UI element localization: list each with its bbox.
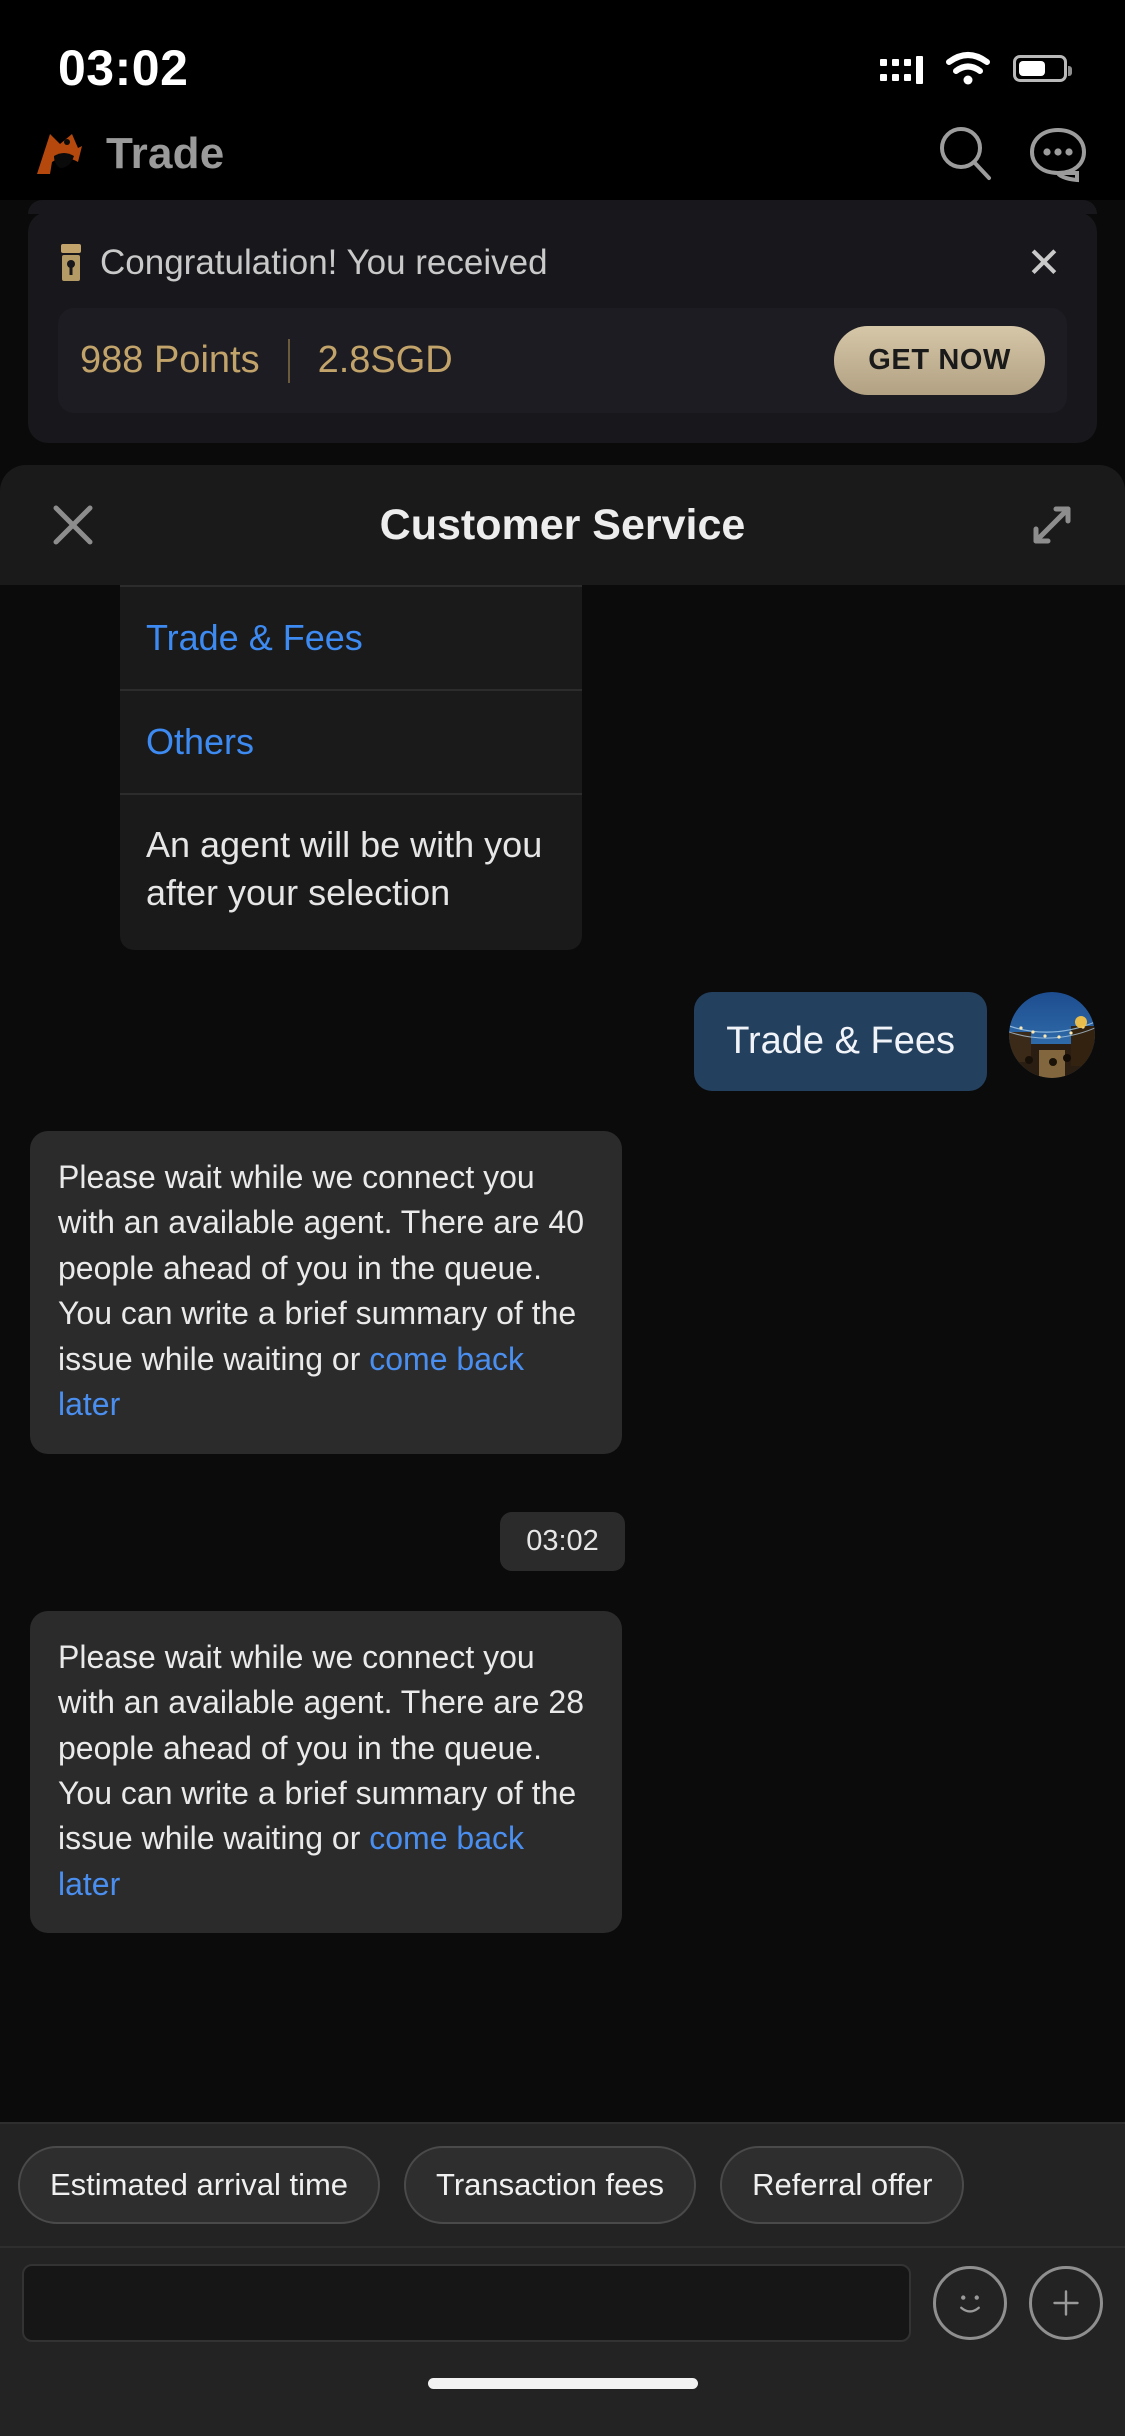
wifi-icon xyxy=(945,51,991,85)
quick-reply-transaction-fees[interactable]: Transaction fees xyxy=(404,2146,697,2224)
home-bar xyxy=(0,2362,1125,2436)
chat-bubble-dots-icon[interactable] xyxy=(1027,123,1089,185)
outgoing-bubble-text: Trade & Fees xyxy=(694,992,987,1092)
quick-reply-referral-offer[interactable]: Referral offer xyxy=(720,2146,965,2224)
gift-box-icon xyxy=(61,244,81,281)
promo-value-divider xyxy=(287,338,290,383)
quick-reply-bar: Estimated arrival time Transaction fees … xyxy=(0,2122,1125,2246)
promo-values: 988 Points 2.8SGD xyxy=(80,338,453,383)
bull-logo-icon xyxy=(37,134,82,174)
brand: Trade xyxy=(34,128,224,180)
status-bar-icons xyxy=(880,51,1072,85)
promo-banner-wrap: Congratulation! You received ✕ 988 Point… xyxy=(0,200,1125,465)
promo-amount: 2.8SGD xyxy=(317,339,453,381)
plus-circle-icon[interactable] xyxy=(1029,2266,1103,2340)
home-indicator-bar[interactable] xyxy=(427,2378,698,2389)
status-bar: 03:02 xyxy=(0,0,1125,108)
incoming-bubble: Please wait while we connect you with an… xyxy=(30,1131,622,1454)
sheet-header: Customer Service xyxy=(0,465,1125,585)
timestamp-separator: 03:02 xyxy=(0,1511,1125,1571)
page-title: Trade xyxy=(106,129,225,178)
search-icon[interactable] xyxy=(935,123,997,185)
status-bar-clock: 03:02 xyxy=(58,40,189,96)
expand-diagonal-icon[interactable] xyxy=(1023,496,1081,554)
incoming-bubble: Please wait while we connect you with an… xyxy=(30,1610,622,1934)
chat-transcript[interactable]: Trade & Fees Others An agent will be wit… xyxy=(0,585,1125,2122)
message-composer xyxy=(0,2246,1125,2362)
message-incoming: Please wait while we connect you with an… xyxy=(0,1131,1125,1454)
quick-reply-estimated-arrival-time[interactable]: Estimated arrival time xyxy=(18,2146,381,2224)
promo-points: 988 Points xyxy=(80,339,260,381)
message-outgoing: Trade & Fees xyxy=(0,992,1125,1092)
promo-title: Congratulation! You received xyxy=(100,243,548,282)
promo-header: Congratulation! You received ✕ xyxy=(58,240,1067,286)
menu-option-trade-fees[interactable]: Trade & Fees xyxy=(120,585,582,689)
close-icon[interactable]: ✕ xyxy=(1021,240,1067,286)
user-avatar-photo xyxy=(1009,992,1095,1079)
app-header-actions xyxy=(935,123,1089,185)
menu-option-others[interactable]: Others xyxy=(120,689,582,793)
promo-reward-row: 988 Points 2.8SGD GET NOW xyxy=(58,308,1067,413)
avatar[interactable] xyxy=(1009,992,1095,1079)
close-icon[interactable] xyxy=(44,496,102,554)
message-input[interactable] xyxy=(22,2264,911,2342)
battery-icon xyxy=(1013,54,1072,82)
promo-banner[interactable]: Congratulation! You received ✕ 988 Point… xyxy=(28,212,1097,443)
customer-service-sheet: Customer Service Trade & Fees Others An … xyxy=(0,465,1125,2436)
options-menu-card: Trade & Fees Others An agent will be wit… xyxy=(120,585,582,951)
menu-note: An agent will be with you after your sel… xyxy=(120,793,582,950)
cellular-signal-icon xyxy=(880,55,923,84)
smiley-face-icon[interactable] xyxy=(933,2266,1007,2340)
phone-screen: 03:02 Trade Congratulation! You received… xyxy=(0,0,1125,2436)
timestamp-chip: 03:02 xyxy=(500,1511,625,1571)
sheet-title: Customer Service xyxy=(379,500,746,549)
app-header: Trade xyxy=(0,108,1125,200)
get-now-button[interactable]: GET NOW xyxy=(834,326,1045,395)
message-incoming: Please wait while we connect you with an… xyxy=(0,1610,1125,1934)
